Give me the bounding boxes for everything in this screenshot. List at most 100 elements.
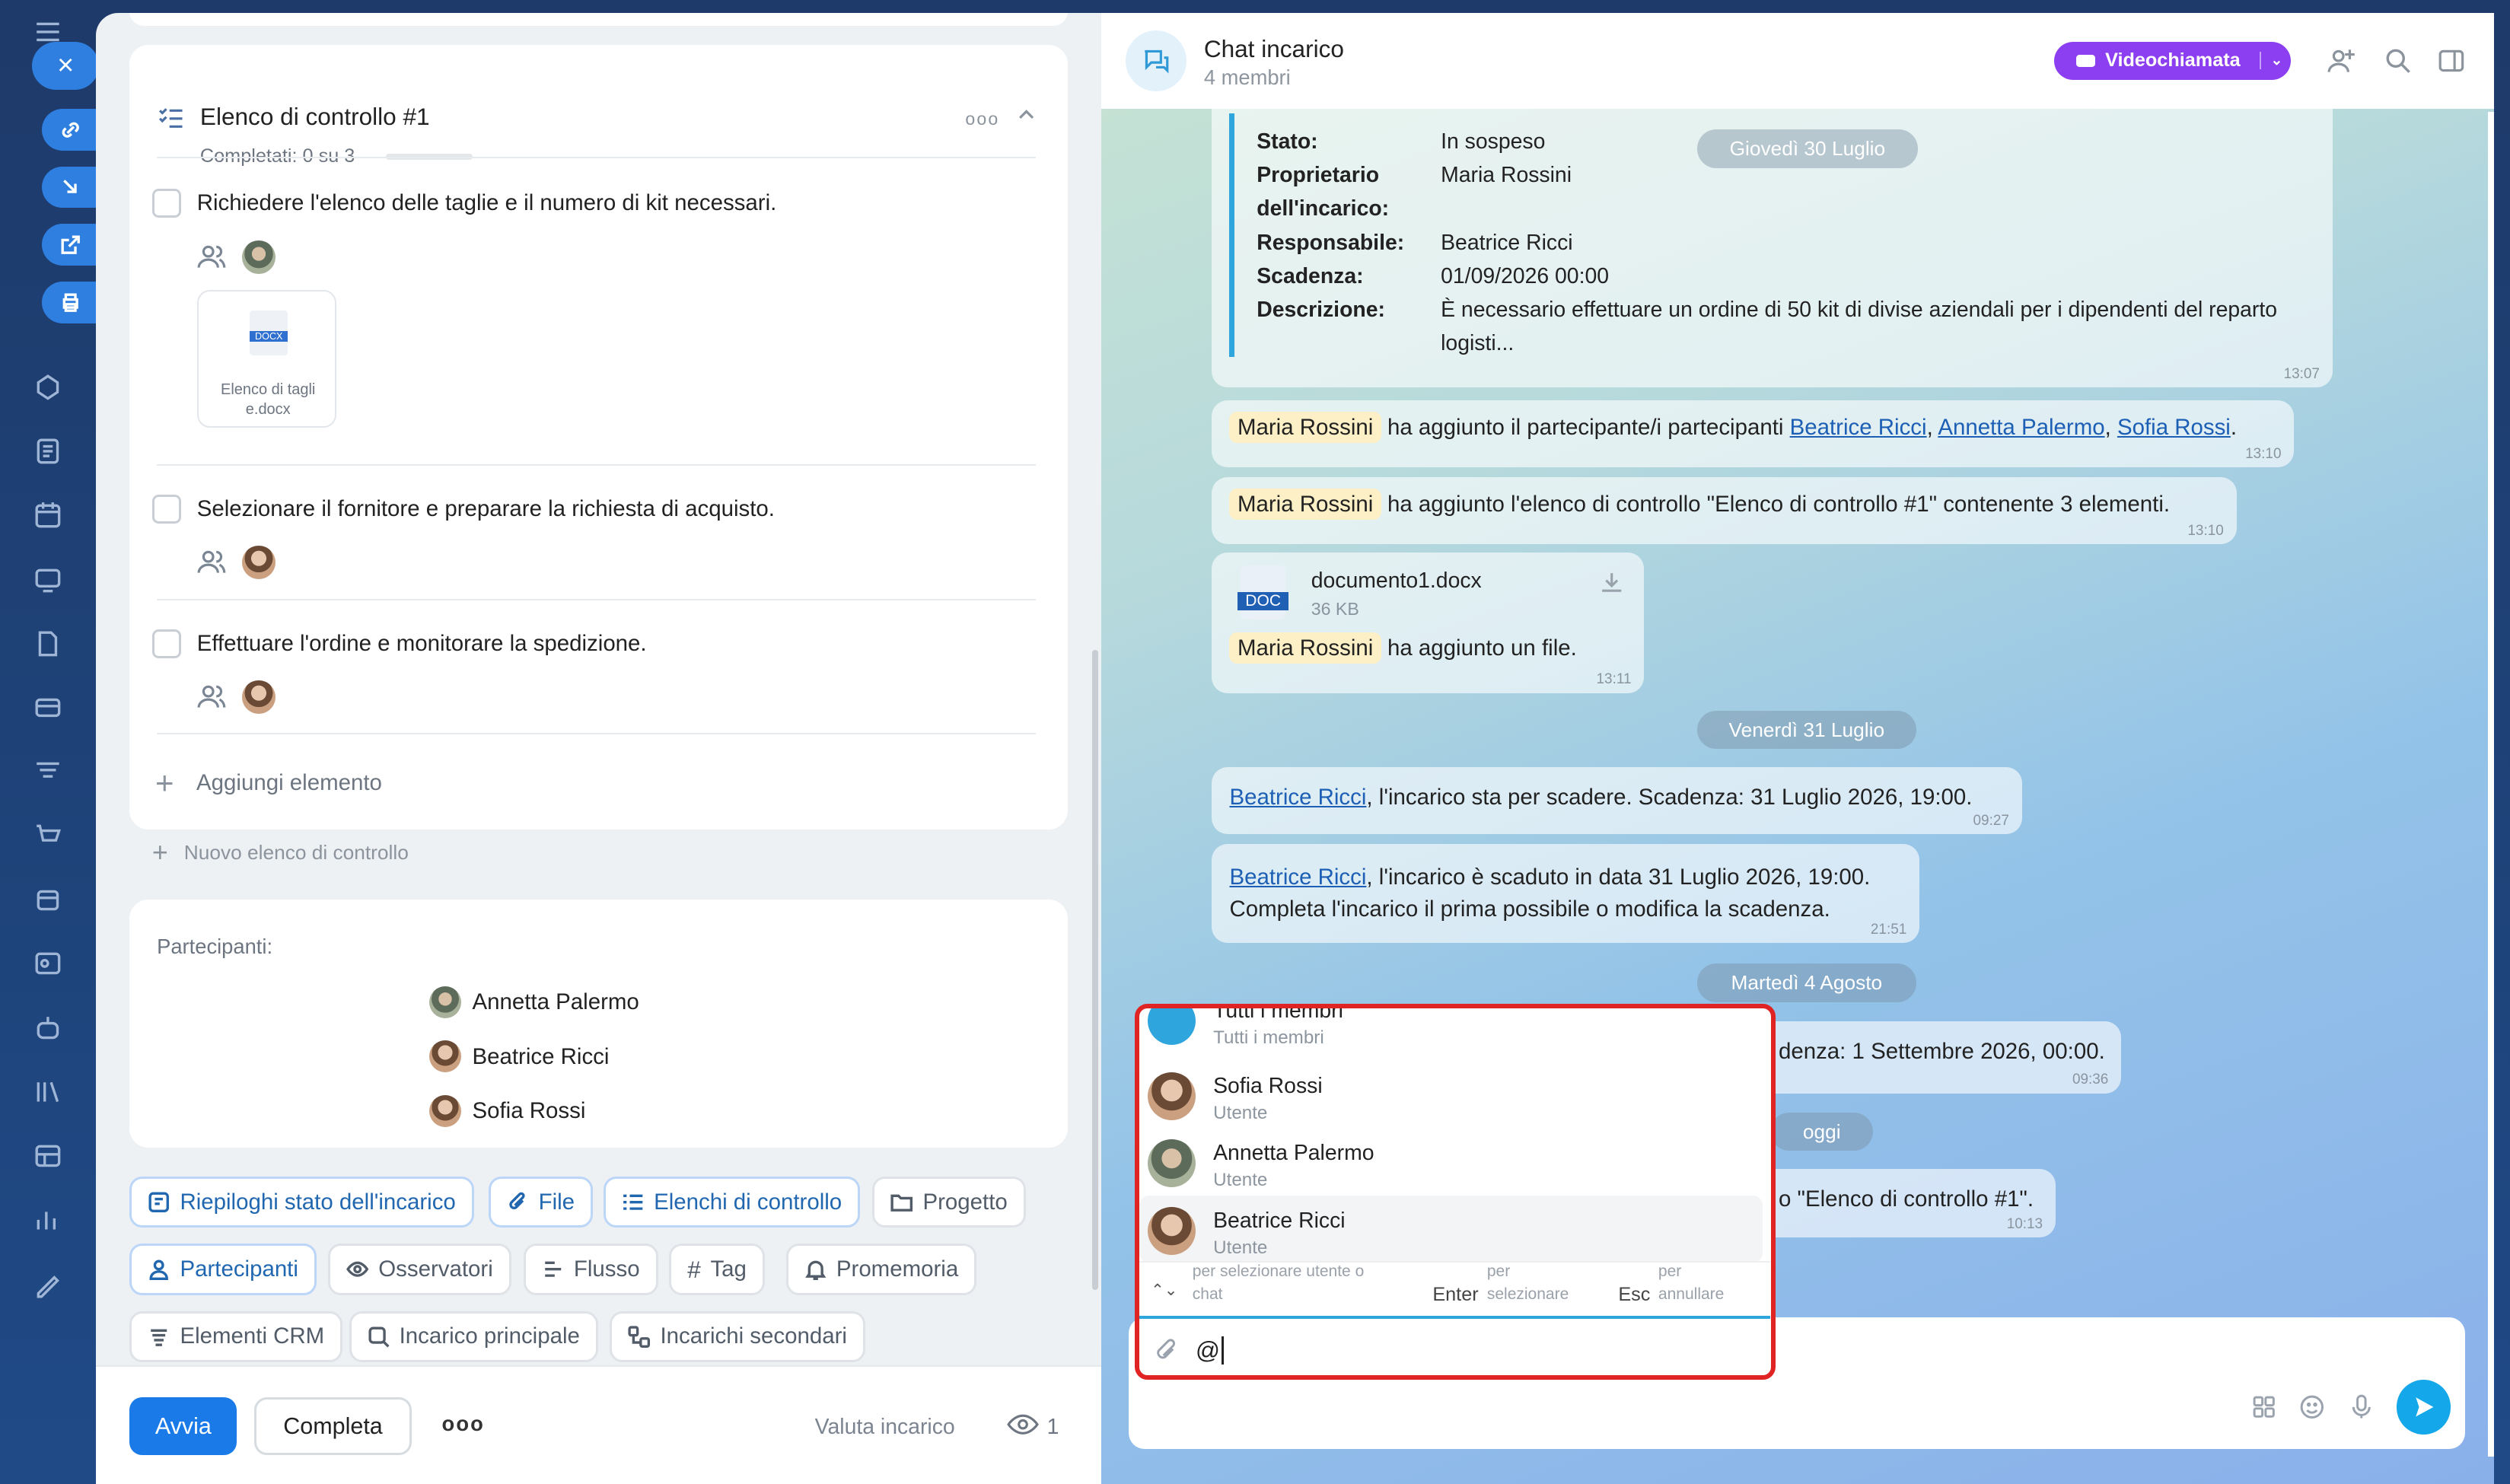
- rail-filter-icon[interactable]: [32, 756, 64, 788]
- chevron-down-icon[interactable]: ⌄: [2259, 52, 2282, 70]
- mention-link[interactable]: Annetta Palermo: [1938, 415, 2104, 440]
- author-name[interactable]: Maria Rossini: [1229, 488, 1381, 520]
- copy-link-icon[interactable]: [41, 109, 100, 151]
- scrollbar[interactable]: [1091, 650, 1098, 1291]
- enter-key: Enter: [1432, 1283, 1479, 1305]
- message-input[interactable]: @: [1196, 1336, 1225, 1365]
- avatar[interactable]: [241, 680, 276, 715]
- rail-calendar-icon[interactable]: [32, 499, 64, 531]
- tab-subtasks[interactable]: Incarichi secondari: [610, 1310, 865, 1363]
- checklist-more-icon[interactable]: ooo: [965, 109, 999, 129]
- participants-icon[interactable]: [197, 682, 226, 718]
- participants-icon[interactable]: [197, 547, 226, 583]
- mention-item-selected[interactable]: Beatrice Ricci Utente: [1139, 1196, 1763, 1263]
- tab-reminders[interactable]: Promemoria: [785, 1244, 977, 1295]
- navigate-arrows-icon: ⌃⌄: [1151, 1282, 1178, 1300]
- download-icon[interactable]: [1601, 572, 1623, 600]
- add-item-label: Aggiungi elemento: [196, 770, 382, 796]
- checklist-item[interactable]: Richiedere l'elenco delle taglie e il nu…: [151, 189, 776, 218]
- avatar[interactable]: [241, 546, 276, 580]
- rate-task-link[interactable]: Valuta incarico: [815, 1415, 955, 1440]
- rail-card-icon[interactable]: [32, 692, 64, 724]
- sidebar-toggle-icon[interactable]: [2437, 46, 2466, 82]
- complete-button[interactable]: Completa: [254, 1397, 412, 1455]
- file-name[interactable]: documento1.docx: [1311, 568, 1482, 594]
- microphone-icon[interactable]: [2349, 1394, 2375, 1427]
- tab-file[interactable]: File: [488, 1177, 594, 1228]
- person-icon: [149, 1259, 169, 1281]
- mention-item[interactable]: Annetta Palermo Utente: [1139, 1129, 1770, 1196]
- checklist-title[interactable]: Elenco di controllo #1: [200, 103, 430, 131]
- close-slider-button[interactable]: ×: [32, 41, 100, 90]
- mention-item[interactable]: Tutti i membri Tutti i membri: [1139, 1008, 1770, 1053]
- tab-label: File: [538, 1189, 575, 1215]
- checklist-icon: [623, 1194, 643, 1210]
- participant-row[interactable]: Beatrice Ricci: [428, 1030, 639, 1084]
- mention-link[interactable]: Beatrice Ricci: [1790, 415, 1927, 440]
- author-name[interactable]: Maria Rossini: [1229, 632, 1381, 664]
- file-attachment[interactable]: DOCX Elenco di tagli e.docx: [196, 289, 336, 428]
- tab-tag[interactable]: # Tag: [669, 1244, 765, 1295]
- message-time: 10:13: [2006, 1215, 2043, 1232]
- paperclip-icon[interactable]: [1154, 1338, 1180, 1371]
- tab-crm-items[interactable]: Elementi CRM: [129, 1310, 343, 1363]
- participants-icon[interactable]: [197, 242, 226, 278]
- grid-apps-icon[interactable]: [2253, 1396, 2275, 1425]
- video-call-button[interactable]: Videochiamata ⌄: [2053, 41, 2292, 81]
- rail-table-icon[interactable]: [32, 1140, 64, 1172]
- item-checkbox[interactable]: [151, 629, 181, 658]
- print-icon[interactable]: [41, 282, 100, 323]
- rail-store-icon[interactable]: [32, 884, 64, 916]
- chat-members-count[interactable]: 4 membri: [1204, 65, 1291, 90]
- participant-row[interactable]: Sofia Rossi: [428, 1084, 639, 1138]
- mention-link[interactable]: Beatrice Ricci: [1229, 865, 1366, 890]
- rail-file-icon[interactable]: [32, 628, 64, 660]
- avatar[interactable]: [241, 240, 276, 274]
- info-value: 01/09/2026 00:00: [1441, 263, 1610, 288]
- checklist-item[interactable]: Effettuare l'ordine e monitorare la sped…: [151, 629, 647, 658]
- send-button[interactable]: [2396, 1380, 2451, 1435]
- search-icon[interactable]: [2384, 46, 2413, 82]
- add-user-icon[interactable]: [2327, 46, 2356, 82]
- collapse-chevron-icon[interactable]: [1017, 103, 1036, 132]
- tab-observers[interactable]: Osservatori: [328, 1244, 511, 1295]
- tab-parent-task[interactable]: Incarico principale: [349, 1310, 598, 1363]
- checklist-item[interactable]: Selezionare il fornitore e preparare la …: [151, 494, 775, 524]
- mention-link[interactable]: Beatrice Ricci: [1229, 785, 1366, 810]
- hint-text: per: [1658, 1263, 1682, 1281]
- tab-flow[interactable]: Flusso: [523, 1244, 658, 1295]
- participant-row[interactable]: Annetta Palermo: [428, 975, 639, 1030]
- rail-library-icon[interactable]: [32, 1076, 64, 1108]
- rail-contact-icon[interactable]: [32, 947, 64, 979]
- emoji-icon[interactable]: [2299, 1394, 2325, 1427]
- item-checkbox[interactable]: [151, 189, 181, 218]
- item-checkbox[interactable]: [151, 494, 181, 524]
- mention-link[interactable]: Sofia Rossi: [2117, 415, 2231, 440]
- rail-sign-icon[interactable]: [32, 1268, 64, 1300]
- rail-bot-icon[interactable]: [32, 1011, 64, 1043]
- author-name[interactable]: Maria Rossini: [1229, 411, 1381, 443]
- tab-label: Osservatori: [378, 1256, 493, 1282]
- message-text: o "Elenco di controllo #1".: [1778, 1186, 2034, 1212]
- checklist-item-text: Effettuare l'ordine e monitorare la sped…: [196, 630, 647, 656]
- start-button[interactable]: Avvia: [129, 1397, 237, 1455]
- avatar: [428, 1040, 461, 1073]
- open-new-window-icon[interactable]: [41, 224, 100, 266]
- scrollbar[interactable]: [2487, 112, 2495, 1457]
- tab-checklists[interactable]: Elenchi di controllo: [604, 1177, 861, 1228]
- info-label: Responsabile:: [1257, 230, 1405, 255]
- plus-icon: +: [155, 765, 174, 801]
- tab-status-summaries[interactable]: Riepiloghi stato dell'incarico: [129, 1177, 474, 1228]
- add-item-button[interactable]: + Aggiungi elemento: [155, 765, 382, 801]
- new-checklist-button[interactable]: + Nuovo elenco di controllo: [152, 837, 409, 868]
- rail-chart-icon[interactable]: [32, 1204, 64, 1236]
- tab-participants[interactable]: Partecipanti: [129, 1244, 317, 1295]
- more-actions-icon[interactable]: ooo: [442, 1412, 485, 1436]
- rail-doc-icon[interactable]: [32, 435, 64, 467]
- mention-item[interactable]: Sofia Rossi Utente: [1139, 1061, 1770, 1128]
- rail-board-icon[interactable]: [32, 563, 64, 595]
- minimize-icon[interactable]: [41, 166, 100, 209]
- rail-cart-icon[interactable]: [32, 820, 64, 852]
- tab-project[interactable]: Progetto: [872, 1177, 1026, 1228]
- rail-app-icon[interactable]: [32, 371, 64, 403]
